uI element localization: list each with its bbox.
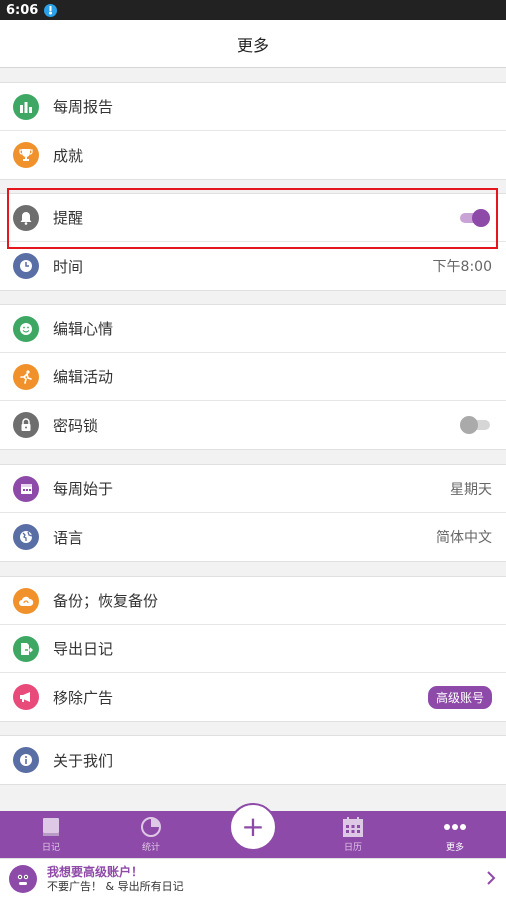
- stats-icon: [140, 816, 162, 838]
- menu-item-edit-activity[interactable]: 编辑活动: [0, 353, 506, 401]
- calendar-icon: [13, 475, 39, 502]
- bell-icon: [13, 204, 39, 231]
- premium-badge[interactable]: 高级账号: [427, 685, 492, 709]
- menu-item-label: 语言: [53, 528, 84, 547]
- tab-label: 日历: [343, 843, 362, 853]
- menu-item-about[interactable]: 关于我们: [0, 736, 506, 784]
- section-about: 关于我们: [0, 735, 506, 785]
- menu-item-label: 导出日记: [53, 640, 114, 658]
- tab-label: 统计: [141, 843, 160, 853]
- more-icon: [444, 816, 466, 838]
- tab-label: 日记: [41, 843, 60, 853]
- menu-item-label: 编辑活动: [53, 368, 114, 386]
- time-value: 下午8:00: [432, 259, 492, 275]
- megaphone-icon: [13, 684, 39, 710]
- menu-item-label: 每周始于: [53, 480, 114, 498]
- menu-item-export[interactable]: 导出日记: [0, 625, 506, 673]
- status-time: 6:06: [6, 2, 39, 18]
- tab-more[interactable]: 更多: [415, 811, 495, 858]
- section-data: 备份；恢复备份 导出日记 移除广告 高级账号: [0, 576, 506, 722]
- menu-item-label: 备份；恢复备份: [53, 592, 159, 610]
- menu-item-achievements[interactable]: 成就: [0, 131, 506, 179]
- plus-icon: +: [241, 810, 265, 843]
- bar-chart-icon: [13, 93, 39, 120]
- week-start-value: 星期天: [450, 481, 492, 498]
- menu-item-remove-ads[interactable]: 移除广告 高级账号: [0, 673, 506, 721]
- tab-stats[interactable]: 统计: [111, 811, 191, 858]
- menu-item-time[interactable]: 时间 下午8:00: [0, 242, 506, 290]
- tab-label: 更多: [445, 843, 464, 853]
- menu-item-passcode[interactable]: 密码锁: [0, 401, 506, 449]
- language-value: 简体中文: [436, 530, 492, 546]
- cloud-backup-icon: [13, 587, 39, 614]
- app-header: 更多: [0, 20, 506, 68]
- menu-item-backup[interactable]: 备份；恢复备份: [0, 577, 506, 625]
- page-title: 更多: [236, 35, 269, 55]
- calendar-tab-icon: [342, 816, 364, 838]
- menu-item-label: 关于我们: [53, 751, 114, 770]
- menu-item-week-start[interactable]: 每周始于 星期天: [0, 465, 506, 513]
- menu-item-weekly-report[interactable]: 每周报告: [0, 83, 506, 131]
- promo-title: 我想要高级账户！: [47, 864, 144, 879]
- status-bar: 6:06: [0, 0, 506, 20]
- menu-item-reminder[interactable]: 提醒: [0, 194, 506, 242]
- menu-item-label: 移除广告: [53, 688, 114, 707]
- mascot-icon: [9, 865, 37, 893]
- menu-item-label: 成就: [53, 146, 84, 165]
- diary-icon: [42, 816, 60, 838]
- menu-item-language[interactable]: 语言 简体中文: [0, 513, 506, 561]
- promo-subtitle: 不要广告！ & 导出所有日记: [47, 879, 184, 893]
- passcode-toggle[interactable]: [460, 416, 490, 434]
- runner-icon: [13, 363, 39, 390]
- menu-item-label: 编辑心情: [53, 320, 114, 338]
- info-icon: [13, 747, 39, 773]
- toggle-knob: [460, 416, 478, 434]
- toggle-knob: [472, 208, 490, 227]
- export-icon: [13, 635, 39, 662]
- tab-diary[interactable]: 日记: [11, 811, 91, 858]
- lock-icon: [13, 412, 39, 438]
- add-entry-button[interactable]: +: [229, 803, 277, 851]
- premium-promo-banner[interactable]: 我想要高级账户！ 不要广告！ & 导出所有日记: [0, 858, 506, 899]
- menu-item-label: 提醒: [53, 209, 84, 227]
- promo-texts: 我想要高级账户！ 不要广告！ & 导出所有日记: [47, 865, 486, 894]
- trophy-icon: [13, 142, 39, 168]
- section-edit: 编辑心情 编辑活动 密码锁: [0, 304, 506, 450]
- reminder-toggle[interactable]: [460, 208, 490, 227]
- notification-icon: [44, 3, 58, 17]
- section-reports: 每周报告 成就: [0, 82, 506, 180]
- menu-item-label: 每周报告: [53, 98, 114, 116]
- menu-item-edit-mood[interactable]: 编辑心情: [0, 305, 506, 353]
- section-reminder: 提醒 时间 下午8:00: [0, 193, 506, 291]
- menu-item-label: 时间: [53, 257, 84, 276]
- tab-calendar[interactable]: 日历: [313, 811, 393, 858]
- smiley-icon: [13, 315, 39, 342]
- chevron-right-icon: [486, 867, 496, 892]
- clock-icon: [13, 253, 39, 279]
- globe-icon: [13, 524, 39, 550]
- section-preferences: 每周始于 星期天 语言 简体中文: [0, 464, 506, 562]
- menu-item-label: 密码锁: [53, 416, 99, 435]
